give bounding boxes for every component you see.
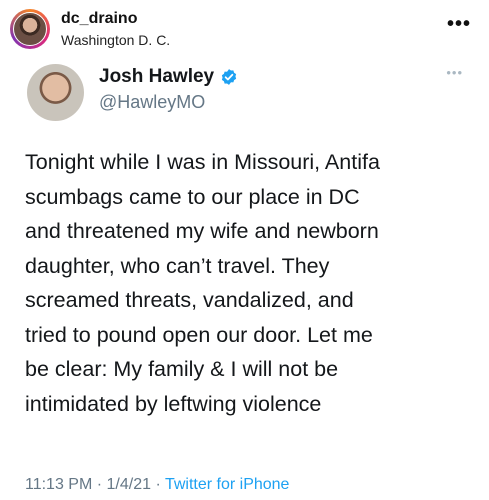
post-username[interactable]: dc_draino <box>61 10 137 28</box>
story-ring[interactable] <box>10 9 50 49</box>
meta-separator: · <box>96 476 103 493</box>
tweet-author-name[interactable]: Josh Hawley <box>99 66 214 88</box>
tweet-text: Tonight while I was in Missouri, Antifa … <box>25 150 380 416</box>
tweet-more-icon[interactable]: ••• <box>446 66 463 79</box>
verified-badge-icon <box>221 69 237 85</box>
meta-separator: · <box>155 476 161 493</box>
tweet-author: Josh Hawley <box>99 66 238 88</box>
tweet-card: Josh Hawley @HawleyMO ••• Tonight while … <box>0 58 489 500</box>
tweet-source-link[interactable]: Twitter for iPhone <box>165 476 290 493</box>
tweet-avatar[interactable] <box>27 64 84 121</box>
post-location[interactable]: Washington D. C. <box>61 32 170 48</box>
avatar[interactable] <box>13 12 47 46</box>
post-header: dc_draino Washington D. C. ••• <box>0 0 489 58</box>
tweet-author-handle[interactable]: @HawleyMO <box>99 92 205 113</box>
more-options-icon[interactable]: ••• <box>447 14 471 34</box>
tweet-time: 11:13 PM <box>25 476 93 493</box>
tweet-date: 1/4/21 <box>106 476 152 493</box>
tweet-meta: 11:13 PM · 1/4/21 · Twitter for iPhone <box>25 476 289 494</box>
